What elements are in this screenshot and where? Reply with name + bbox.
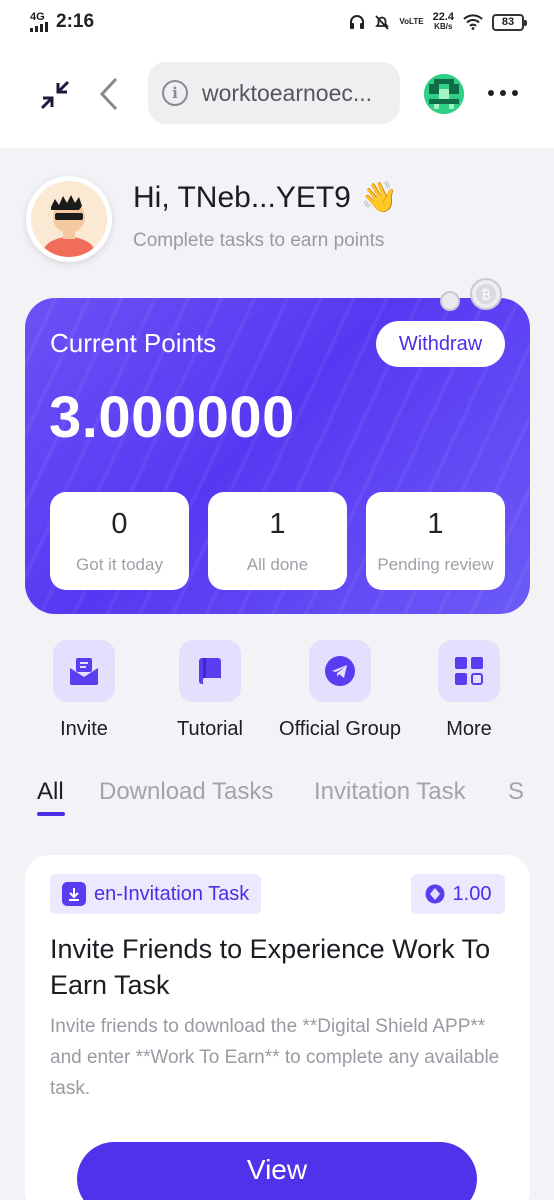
points-card: Current Points Withdraw 3.000000 0 Got i… — [25, 298, 530, 614]
download-icon — [62, 882, 86, 906]
points-label: Current Points — [50, 328, 217, 358]
quick-action-label: Invite — [60, 718, 108, 740]
grid-icon — [438, 640, 500, 702]
stat-label: All done — [246, 555, 309, 574]
signal-bars-icon — [30, 22, 48, 32]
status-left: 4G 2:16 — [30, 11, 94, 33]
stat-label: Pending review — [377, 555, 494, 574]
quick-action-more[interactable]: More — [404, 640, 534, 741]
active-tab-indicator — [37, 812, 65, 816]
task-card: en-Invitation Task 1.00 Invite Friends t… — [25, 855, 530, 1200]
mail-icon — [53, 640, 115, 702]
greeting-subtitle: Complete tasks to earn points — [133, 230, 385, 251]
stat-value: 1 — [269, 508, 286, 540]
status-bar: 4G 2:16 VoLTE 22.4 KB/s 83 — [0, 0, 554, 44]
quick-action-label: More — [446, 718, 492, 740]
tab-download-tasks[interactable]: Download Tasks — [99, 778, 273, 806]
avatar — [31, 181, 107, 257]
diamond-coin-icon — [425, 884, 445, 904]
pixel-avatar-icon — [424, 74, 464, 114]
tab-all[interactable]: All — [37, 778, 64, 806]
quick-action-official-group[interactable]: Official Group — [275, 640, 405, 741]
task-tabs: All Download Tasks Invitation Task S — [37, 778, 554, 818]
stat-label: Got it today — [76, 555, 163, 574]
site-avatar[interactable] — [424, 74, 464, 114]
stat-got-today: 0 Got it today — [50, 492, 189, 590]
url-text: worktoearnoec... — [202, 79, 373, 106]
battery-indicator: 83 — [492, 13, 527, 31]
task-category-label: en-Invitation Task — [94, 882, 250, 905]
mute-bell-icon — [375, 14, 390, 30]
url-bar[interactable]: i worktoearnoec... — [148, 62, 400, 124]
wave-emoji: 👋 — [360, 181, 399, 214]
wifi-icon — [463, 14, 483, 30]
quick-action-label: Tutorial — [177, 718, 243, 740]
tab-invitation-task[interactable]: Invitation Task — [314, 778, 466, 806]
clock: 2:16 — [56, 11, 95, 32]
telegram-icon — [309, 640, 371, 702]
greeting-name: Hi, TNeb...YET9 — [133, 180, 351, 214]
coins-icon: ₿ — [440, 278, 502, 311]
info-icon[interactable]: i — [162, 80, 188, 106]
task-category-tag: en-Invitation Task — [50, 874, 262, 914]
withdraw-button[interactable]: Withdraw — [376, 321, 505, 367]
status-right: VoLTE 22.4 KB/s 83 — [349, 12, 527, 32]
user-avatar-frame[interactable] — [26, 176, 112, 262]
points-value: 3.000000 — [49, 385, 295, 450]
reward-badge: 1.00 — [411, 874, 505, 914]
view-button[interactable]: View — [77, 1142, 477, 1200]
more-menu-icon[interactable] — [488, 80, 522, 106]
stat-pending-review: 1 Pending review — [366, 492, 505, 590]
quick-action-tutorial[interactable]: Tutorial — [145, 640, 275, 741]
quick-action-invite[interactable]: Invite — [19, 640, 149, 741]
task-description: Invite friends to download the **Digital… — [50, 1016, 500, 1099]
reward-value: 1.00 — [452, 882, 492, 905]
back-arrow-icon[interactable] — [96, 76, 122, 112]
greeting-title: Hi, TNeb...YET9 👋 — [133, 180, 398, 215]
headphones-icon — [350, 15, 365, 29]
minimize-icon[interactable] — [38, 78, 72, 112]
browser-toolbar: i worktoearnoec... — [0, 44, 554, 148]
signal-indicator: 4G — [30, 12, 48, 32]
task-title: Invite Friends to Experience Work To Ear… — [50, 934, 491, 1000]
svg-text:₿: ₿ — [481, 288, 491, 303]
stat-all-done: 1 All done — [208, 492, 347, 590]
quick-action-label: Official Group — [279, 718, 401, 740]
network-type: 4G — [30, 11, 45, 23]
avatar-illustration-icon — [31, 181, 107, 257]
volte-indicator: VoLTE — [399, 17, 424, 26]
speed-unit: KB/s — [434, 22, 453, 31]
stat-value: 1 — [427, 508, 444, 540]
network-speed: 22.4 KB/s — [433, 12, 454, 32]
tab-next-partial[interactable]: S — [508, 778, 524, 806]
book-icon — [179, 640, 241, 702]
stat-value: 0 — [111, 508, 128, 540]
